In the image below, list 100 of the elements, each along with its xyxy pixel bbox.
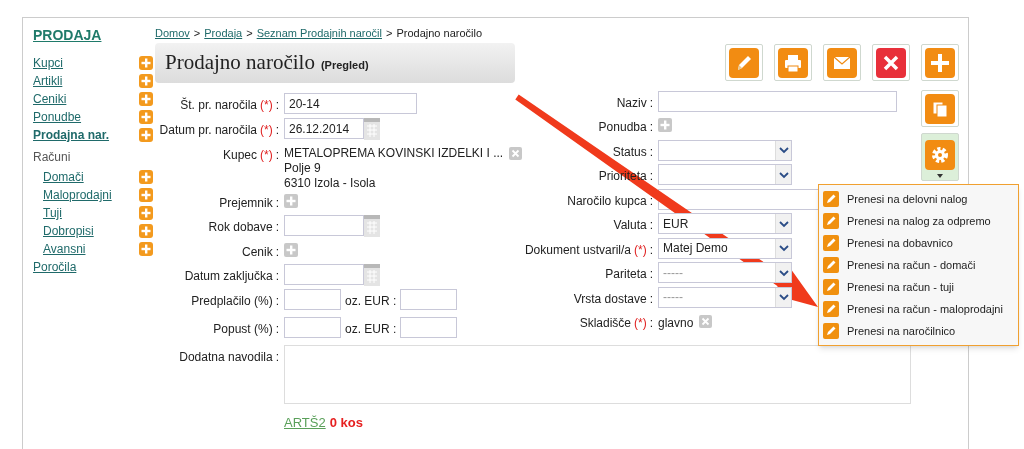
text-field[interactable] — [658, 91, 897, 112]
field-label: Valuta — [613, 217, 647, 234]
add-icon[interactable] — [139, 128, 153, 142]
label-colon: : — [275, 219, 279, 236]
chevron-icon — [777, 145, 790, 155]
date-field[interactable]: 26.12.2014 — [284, 118, 364, 139]
select-field[interactable] — [658, 164, 792, 185]
add-icon[interactable] — [139, 224, 153, 238]
add-icon[interactable] — [139, 170, 153, 184]
sidebar-link[interactable]: Domači — [43, 168, 84, 186]
label-colon: : — [649, 266, 653, 283]
label-colon: : — [275, 268, 279, 285]
add-icon[interactable] — [139, 92, 153, 106]
field-label: Status — [612, 143, 647, 161]
field-label: Št. pr. naročila — [180, 96, 257, 114]
settings-button[interactable] — [921, 133, 959, 181]
add-icon[interactable] — [139, 188, 153, 202]
sidebar-link[interactable]: Dobropisi — [43, 222, 94, 240]
remove-icon[interactable] — [509, 147, 523, 160]
notes-field[interactable] — [284, 345, 911, 404]
add-icon[interactable] — [139, 242, 153, 256]
label-colon: : — [649, 217, 653, 234]
breadcrumb-link[interactable]: Domov — [155, 24, 190, 42]
date-field[interactable] — [284, 215, 364, 236]
remove-icon[interactable] — [699, 315, 713, 328]
label-colon: : — [649, 95, 653, 112]
add-icon[interactable] — [139, 56, 153, 70]
required-mark: (*) — [260, 97, 273, 114]
sidebar-link[interactable]: Avansni — [43, 240, 86, 258]
field-value: glavno — [658, 315, 694, 332]
breadcrumb-link[interactable]: Seznam Prodajnih naročil — [256, 24, 382, 42]
copy-button[interactable] — [921, 90, 959, 127]
sidebar-link[interactable]: Maloprodajni — [43, 186, 112, 204]
edit-button[interactable] — [725, 44, 763, 81]
sidebar-link[interactable]: Ponudbe — [33, 108, 82, 126]
sidebar-link[interactable]: Prodajna nar. — [33, 126, 110, 144]
field-label: Vrsta dostave — [573, 290, 647, 308]
chevron-icon — [777, 267, 790, 278]
field-label: Ponudba — [598, 119, 647, 136]
add-button[interactable] — [921, 44, 959, 81]
sidebar-link[interactable]: Tuji — [43, 204, 62, 222]
pencil-icon — [823, 323, 839, 339]
field-label: Naročilo kupca — [567, 192, 647, 210]
menu-item[interactable]: Prenesi na račun - maloprodajni — [819, 298, 1018, 320]
field-label: Cenik — [241, 244, 273, 261]
select-field[interactable]: Matej Demo — [658, 237, 792, 259]
sidebar-link[interactable]: Artikli — [33, 72, 63, 90]
add-icon[interactable] — [658, 118, 672, 132]
menu-item[interactable]: Prenesi na dobavnico — [819, 232, 1018, 254]
label-colon: : — [275, 122, 279, 139]
menu-item[interactable]: Prenesi na nalog za odpremo — [819, 210, 1018, 232]
add-icon[interactable] — [139, 74, 153, 88]
breadcrumb-separator: > — [386, 25, 393, 41]
menu-item[interactable]: Prenesi na račun - tuji — [819, 276, 1018, 298]
chevron-icon — [777, 292, 790, 302]
field-label: Dokument ustvaril/a — [524, 241, 631, 259]
amount-field[interactable] — [400, 317, 458, 338]
label-colon: : — [275, 97, 279, 114]
field-label: Datum zaključka — [184, 268, 273, 285]
field-label: Kupec — [222, 147, 257, 164]
calendar-icon[interactable] — [364, 264, 380, 286]
add-icon[interactable] — [284, 243, 298, 257]
label-colon: : — [649, 315, 653, 332]
add-icon[interactable] — [139, 110, 153, 124]
calendar-icon[interactable] — [364, 215, 380, 237]
menu-item[interactable]: Prenesi na delovni nalog — [819, 188, 1018, 210]
pencil-icon — [823, 301, 839, 317]
sidebar-section-label: Računi — [33, 149, 72, 166]
label-colon: : — [649, 290, 653, 308]
select-field[interactable]: EUR — [658, 213, 792, 234]
calendar-icon[interactable] — [364, 118, 380, 140]
field-label: Pariteta — [605, 266, 647, 283]
breadcrumb-link[interactable]: Prodaja — [204, 24, 243, 42]
print-button[interactable] — [774, 44, 812, 81]
percent-field[interactable] — [284, 317, 341, 338]
field-label: Popust (%) — [213, 321, 273, 338]
sidebar-link[interactable]: Kupci — [33, 54, 64, 72]
required-mark: (*) — [634, 241, 647, 259]
sidebar-link[interactable]: Ceniki — [33, 90, 67, 108]
field-label: Rok dobave — [208, 219, 273, 236]
chevron-icon — [777, 243, 790, 253]
delete-button[interactable] — [872, 44, 910, 81]
add-icon[interactable] — [139, 206, 153, 220]
label-colon: : — [275, 349, 279, 366]
label-colon: : — [649, 192, 653, 210]
field-label: Datum pr. naročila — [159, 122, 257, 139]
label-colon: : — [275, 195, 279, 212]
menu-item[interactable]: Prenesi na naročilnico — [819, 320, 1018, 342]
percent-field[interactable] — [284, 289, 341, 310]
pencil-icon — [823, 279, 839, 295]
date-field[interactable] — [284, 264, 364, 285]
required-mark: (*) — [634, 315, 647, 332]
select-field[interactable] — [658, 139, 792, 161]
email-button[interactable] — [823, 44, 861, 81]
sidebar-link[interactable]: Poročila — [33, 258, 77, 276]
menu-item[interactable]: Prenesi na račun - domači — [819, 254, 1018, 276]
add-icon[interactable] — [284, 194, 298, 208]
sidebar-title[interactable]: PRODAJA — [33, 25, 155, 46]
text-field[interactable]: 20-14 — [284, 93, 417, 114]
amount-field[interactable] — [400, 289, 458, 310]
